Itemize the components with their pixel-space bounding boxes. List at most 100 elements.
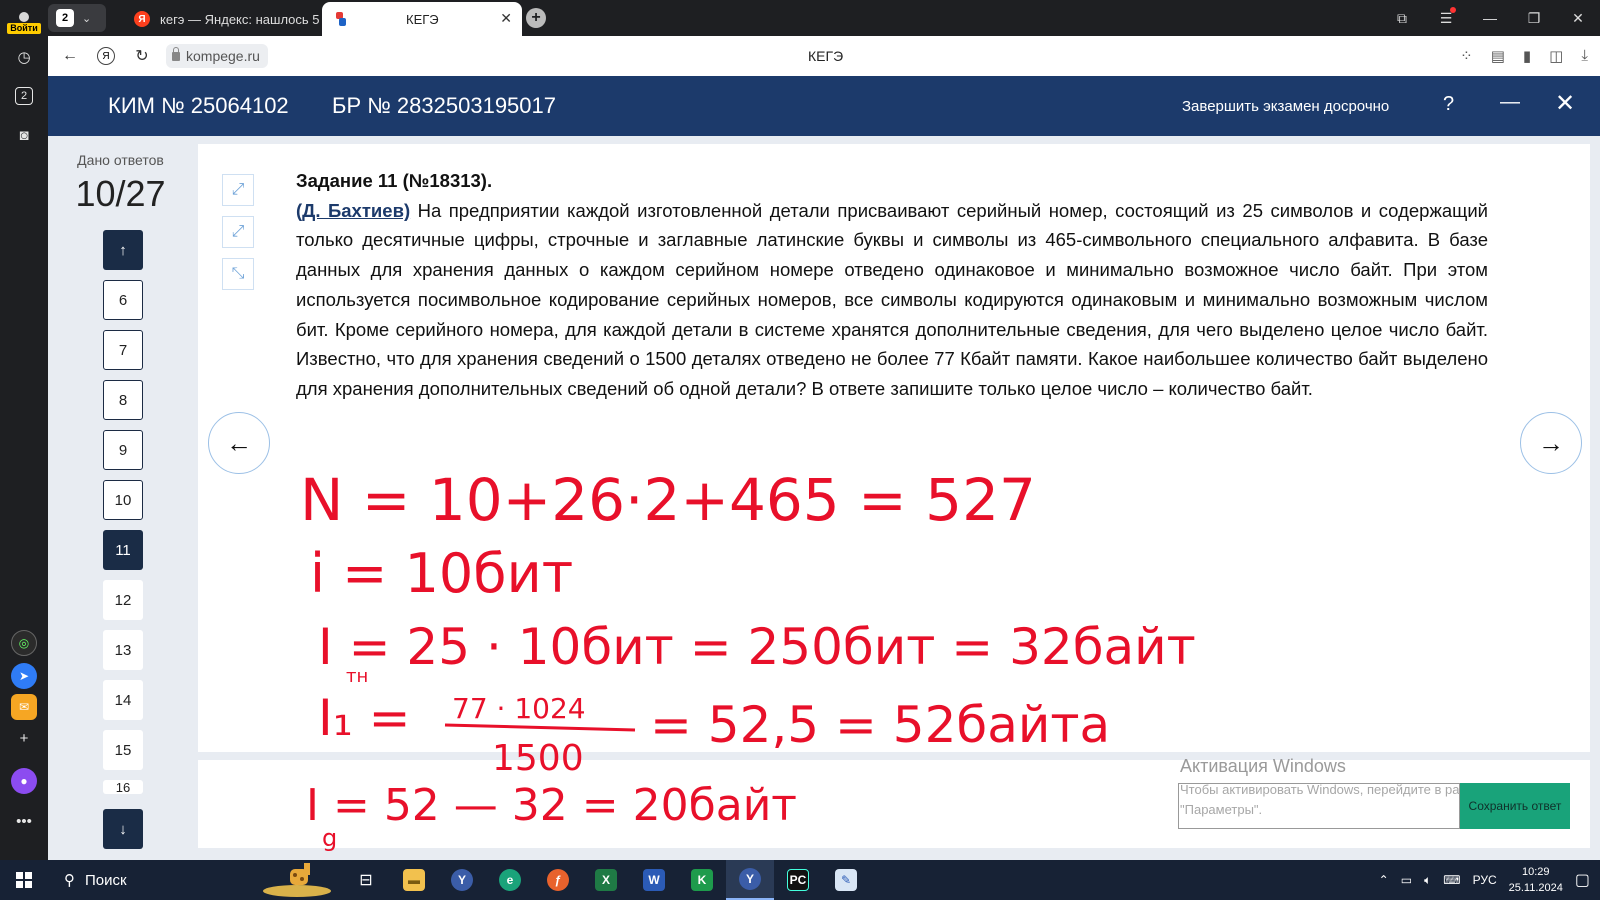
answers-given-count: 10/27 xyxy=(75,173,166,214)
bookmark-icon[interactable]: ▮ xyxy=(1523,47,1531,65)
task-author-link[interactable]: (Д. Бахтиев) xyxy=(296,200,410,221)
address-bar: ← Я ↻ kompege.ru КЕГЭ ⁘ ▤ ▮ ◫ ⤓ xyxy=(48,36,1600,76)
answers-given-label: Дано ответов xyxy=(77,152,164,168)
file-explorer-icon[interactable]: ▬ xyxy=(390,860,438,900)
menu-icon[interactable]: ☰ xyxy=(1424,6,1468,27)
question-button-6[interactable]: 6 xyxy=(103,280,143,320)
question-button-10[interactable]: 10 xyxy=(103,480,143,520)
excel-icon[interactable]: X xyxy=(582,860,630,900)
screenshot-icon[interactable]: ◙ xyxy=(9,120,39,150)
bookmarks-panel-icon[interactable]: ◫ xyxy=(1549,47,1563,65)
close-tab-icon[interactable]: ✕ xyxy=(500,10,512,27)
collections-icon[interactable]: ⧉ xyxy=(1380,10,1424,27)
windows-activation-title: Активация Windows xyxy=(1180,756,1346,776)
back-icon[interactable]: ← xyxy=(52,47,88,65)
finish-exam-button[interactable]: Завершить экзамен досрочно xyxy=(1182,98,1389,115)
alice-icon[interactable]: ● xyxy=(9,766,39,796)
more-icon[interactable]: ••• xyxy=(9,806,39,836)
question-nav: Дано ответов 10/27 ↑ 6 7 8 9 10 11 12 13… xyxy=(48,136,193,860)
screen: Войти ◷ 2 ◙ ◎ ➤ ✉ + ● ••• 2 ⌄ Я кегэ — Я… xyxy=(0,0,1600,900)
next-task-button[interactable]: → xyxy=(1520,412,1582,474)
extensions-icon[interactable]: ⁘ xyxy=(1460,47,1473,65)
search-label: Поиск xyxy=(85,871,127,889)
notifications-icon[interactable]: ▢ xyxy=(1575,870,1590,890)
firefox-icon[interactable]: ƒ xyxy=(534,860,582,900)
minimize-icon[interactable]: — xyxy=(1500,91,1520,114)
question-button-13[interactable]: 13 xyxy=(103,630,143,670)
download-icon[interactable]: ⤓ xyxy=(1581,47,1588,65)
restore-window-icon[interactable]: ❐ xyxy=(1512,10,1556,27)
minimize-window-icon[interactable]: — xyxy=(1468,10,1512,26)
expand-diagonal-icon[interactable]: ⤢ xyxy=(222,174,254,206)
tray-chevron-icon[interactable]: ⌃ xyxy=(1379,873,1389,887)
tab-group[interactable]: 2 ⌄ xyxy=(48,4,106,32)
question-button-16[interactable]: 16 xyxy=(103,780,143,794)
tab-strip: 2 ⌄ Я кегэ — Яндекс: нашлось 5 КЕГЭ ✕ + … xyxy=(48,0,1600,36)
clock[interactable]: 10:29 25.11.2024 xyxy=(1509,864,1563,896)
reader-icon[interactable]: ▤ xyxy=(1491,47,1505,65)
page-title: КЕГЭ xyxy=(808,48,844,64)
user-icon xyxy=(19,12,29,22)
clock-date: 25.11.2024 xyxy=(1508,882,1563,894)
task-statement: На предприятии каждой изготовленной дета… xyxy=(296,199,1488,399)
network-icon[interactable]: ▭ xyxy=(1401,873,1412,887)
tab-group-count: 2 xyxy=(56,9,74,27)
new-tab-button[interactable]: + xyxy=(526,8,546,28)
tabs-count-button[interactable]: 2 xyxy=(9,81,39,111)
chevron-down-icon: ⌄ xyxy=(82,12,92,25)
question-button-11[interactable]: 11 xyxy=(103,530,143,570)
keyboard-icon[interactable]: ⌨ xyxy=(1443,873,1460,887)
prev-task-button[interactable]: ← xyxy=(208,412,270,474)
tab-title: кегэ — Яндекс: нашлось 5 xyxy=(160,11,320,27)
volume-icon[interactable]: 🔈︎ xyxy=(1424,873,1431,888)
language-indicator[interactable]: РУС xyxy=(1473,873,1497,887)
paint-icon[interactable]: ✎ xyxy=(822,860,870,900)
windows-taskbar: ⚲ Поиск ⊟ ▬ Y e ƒ X W K Y PC ✎ ⌃ ▭ 🔈︎ ⌨ … xyxy=(0,860,1600,900)
pycharm-icon[interactable]: PC xyxy=(774,860,822,900)
word-icon[interactable]: W xyxy=(630,860,678,900)
question-button-8[interactable]: 8 xyxy=(103,380,143,420)
tab-title: КЕГЭ xyxy=(406,11,439,27)
tabs-count: 2 xyxy=(15,87,33,105)
question-button-9[interactable]: 9 xyxy=(103,430,143,470)
tab-kege[interactable]: КЕГЭ ✕ xyxy=(322,2,522,36)
question-button-14[interactable]: 14 xyxy=(103,680,143,720)
close-window-icon[interactable]: ✕ xyxy=(1556,10,1600,27)
question-button-12[interactable]: 12 xyxy=(103,580,143,620)
kege-app-icon[interactable]: K xyxy=(678,860,726,900)
mail-app-icon[interactable]: ✉ xyxy=(9,692,39,722)
fullscreen-icon[interactable]: ⤢ xyxy=(222,216,254,248)
login-label: Войти xyxy=(7,23,41,34)
giraffe-search-highlight-icon xyxy=(263,863,331,897)
scroll-down-button[interactable]: ↓ xyxy=(103,809,143,849)
yandex-browser-active-icon[interactable]: Y xyxy=(726,860,774,900)
yandex-home-icon[interactable]: Я xyxy=(97,47,115,65)
url-text: kompege.ru xyxy=(186,48,260,64)
alice-app-icon[interactable]: ◎ xyxy=(9,628,39,658)
br-number: БР № 2832503195017 xyxy=(332,93,556,118)
help-icon[interactable]: ? xyxy=(1443,93,1454,116)
edge-icon[interactable]: e xyxy=(486,860,534,900)
taskbar-search[interactable]: ⚲ Поиск xyxy=(52,860,282,900)
url-field[interactable]: kompege.ru xyxy=(166,44,268,68)
task-view-icon[interactable]: ⊟ xyxy=(342,860,390,900)
collapse-icon[interactable]: ⤡ xyxy=(222,258,254,290)
history-icon[interactable]: ◷ xyxy=(9,42,39,72)
yandex-browser-icon[interactable]: Y xyxy=(438,860,486,900)
exam-header: КИМ № 25064102 БР № 2832503195017 Заверш… xyxy=(48,76,1600,136)
messenger-app-icon[interactable]: ➤ xyxy=(9,661,39,691)
task-text: Задание 11 (№18313). (Д. Бахтиев) На пре… xyxy=(296,166,1488,404)
question-button-7[interactable]: 7 xyxy=(103,330,143,370)
scroll-up-button[interactable]: ↑ xyxy=(103,230,143,270)
login-button[interactable]: Войти xyxy=(4,4,44,34)
lock-icon xyxy=(172,46,180,61)
task-card: ⤢ ⤢ ⤡ Задание 11 (№18313). (Д. Бахтиев) … xyxy=(198,144,1590,752)
close-icon[interactable]: ✕ xyxy=(1555,89,1575,118)
start-button[interactable] xyxy=(0,860,48,900)
add-app-icon[interactable]: + xyxy=(9,723,39,753)
windows-logo-icon xyxy=(16,872,32,888)
reload-icon[interactable]: ↻ xyxy=(124,46,160,66)
save-answer-button[interactable]: Сохранить ответ xyxy=(1460,783,1570,829)
question-button-15[interactable]: 15 xyxy=(103,730,143,770)
search-icon: ⚲ xyxy=(64,872,75,889)
